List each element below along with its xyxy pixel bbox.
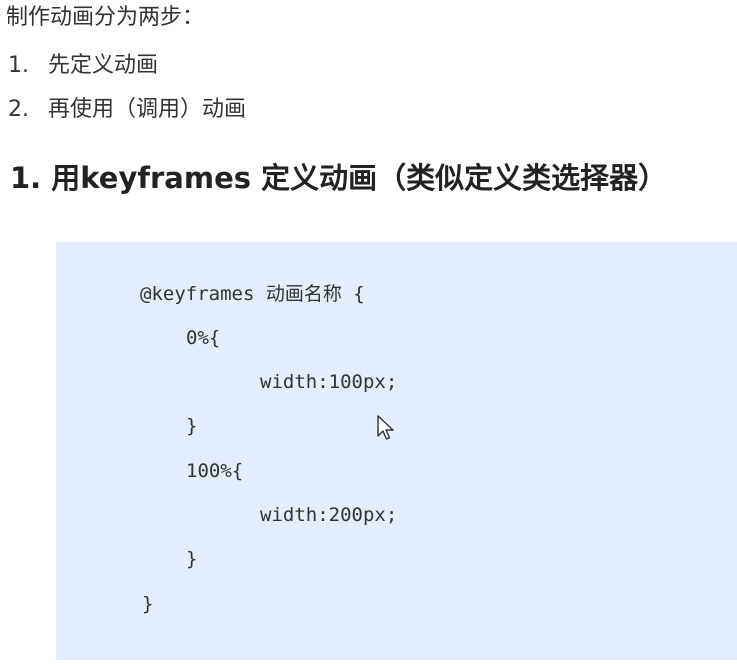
step-item-1: 1. 先定义动画 bbox=[8, 52, 158, 80]
step-item-2: 2. 再使用（调用）动画 bbox=[8, 96, 246, 124]
code-line: @keyframes 动画名称 { bbox=[140, 283, 365, 305]
intro-text: 制作动画分为两步： bbox=[6, 5, 205, 30]
step-text: 再使用（调用）动画 bbox=[48, 97, 247, 122]
code-block: @keyframes 动画名称 { 0%{ width:100px; } 100… bbox=[56, 242, 737, 660]
code-line: } bbox=[142, 593, 154, 615]
code-line: width:200px; bbox=[260, 504, 398, 526]
step-text: 先定义动画 bbox=[48, 53, 159, 78]
section-heading: 1. 用keyframes 定义动画（类似定义类选择器） bbox=[10, 161, 668, 195]
code-line: 0%{ bbox=[186, 327, 221, 349]
code-line: 100%{ bbox=[186, 460, 244, 482]
code-line: width:100px; bbox=[260, 371, 398, 393]
code-line: } bbox=[186, 415, 198, 437]
step-number: 2. bbox=[8, 97, 29, 122]
mouse-pointer-icon bbox=[377, 415, 394, 440]
code-line: } bbox=[186, 548, 198, 570]
step-number: 1. bbox=[8, 53, 29, 78]
